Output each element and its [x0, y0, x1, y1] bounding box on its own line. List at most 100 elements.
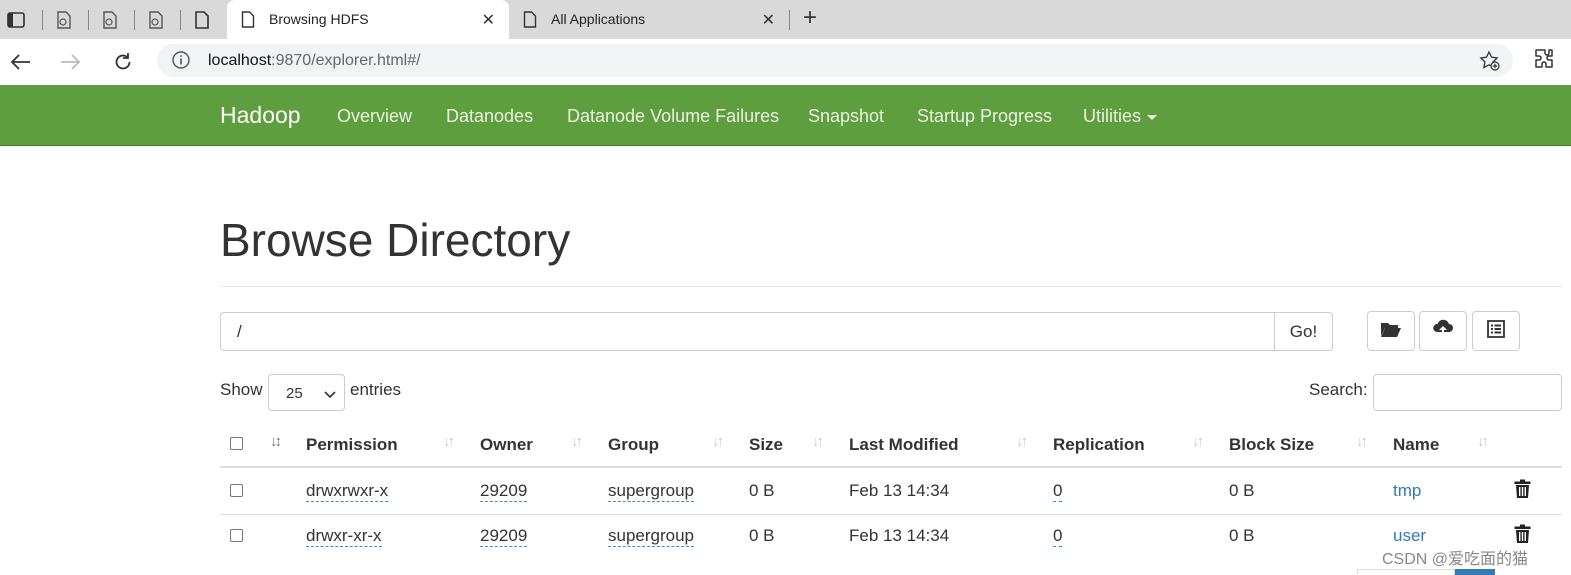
column-header-owner[interactable]: Owner [480, 435, 533, 455]
title-divider [220, 286, 1562, 287]
nav-overview[interactable]: Overview [337, 106, 412, 127]
cloud-upload-icon [1432, 319, 1454, 344]
page-icon[interactable] [189, 7, 215, 33]
watermark: CSDN @爱吃面的猫 [1382, 551, 1529, 568]
pagination-current[interactable] [1455, 569, 1495, 575]
add-favorite-icon[interactable] [1479, 50, 1501, 77]
cell-replication[interactable]: 0 [1053, 526, 1063, 547]
go-button[interactable]: Go! [1274, 312, 1333, 351]
nav-datanodes[interactable]: Datanodes [446, 106, 533, 127]
create-directory-button[interactable] [1367, 311, 1415, 351]
cell-permission[interactable]: drwxr-xr-x [306, 526, 382, 547]
cell-last-modified: Feb 13 14:34 [849, 526, 950, 545]
tab-separator [180, 10, 181, 30]
cell-block-size: 0 B [1229, 526, 1255, 545]
sort-icon[interactable]: ↓↑ [1016, 433, 1028, 450]
select-all-checkbox[interactable] [230, 437, 243, 450]
url-bar[interactable]: localhost:9870/explorer.html#/ [157, 44, 1513, 77]
new-tab-button[interactable]: + [797, 6, 823, 32]
upload-file-button[interactable] [1419, 311, 1467, 351]
sort-icon[interactable]: ↓↑ [1477, 433, 1489, 450]
nav-utilities[interactable]: Utilities [1083, 106, 1158, 127]
page-title: Browse Directory [220, 214, 571, 266]
collection-page-icon[interactable] [51, 7, 77, 33]
directory-path-input[interactable] [220, 312, 1275, 351]
tab-all-applications[interactable]: All Applications ✕ [509, 0, 789, 39]
nav-datanode-volume-failures[interactable]: Datanode Volume Failures [567, 106, 779, 127]
sort-icon[interactable]: ↓↑ [1356, 433, 1368, 450]
tab-separator [88, 10, 89, 30]
cell-last-modified: Feb 13 14:34 [849, 481, 950, 500]
cell-owner[interactable]: 29209 [480, 526, 528, 547]
sort-ascending-icon[interactable]: ↓↕ [270, 433, 282, 450]
address-bar-row: localhost:9870/explorer.html#/ [0, 39, 1571, 85]
cell-group[interactable]: supergroup [608, 481, 695, 502]
page-icon [241, 11, 255, 31]
column-header-permission[interactable]: Permission [306, 435, 398, 455]
column-header-group[interactable]: Group [608, 435, 659, 455]
search-input[interactable] [1373, 374, 1562, 411]
close-icon[interactable]: ✕ [482, 10, 495, 30]
tab-title: Browsing HDFS [269, 11, 369, 27]
nav-utilities-label: Utilities [1083, 106, 1142, 126]
folder-open-icon [1380, 320, 1402, 343]
close-icon[interactable]: ✕ [762, 10, 775, 30]
tab-separator [134, 10, 135, 30]
row-checkbox[interactable] [230, 529, 243, 542]
info-icon[interactable] [171, 50, 191, 75]
url-host: localhost [208, 52, 272, 69]
column-header-size[interactable]: Size [749, 435, 783, 455]
url-text[interactable]: localhost:9870/explorer.html#/ [208, 52, 421, 70]
column-header-last-modified[interactable]: Last Modified [849, 435, 959, 455]
column-header-replication[interactable]: Replication [1053, 435, 1145, 455]
cell-name-link[interactable]: user [1393, 526, 1426, 546]
cut-paste-button[interactable] [1472, 311, 1520, 351]
pagination-prev[interactable] [1357, 569, 1455, 575]
row-checkbox[interactable] [230, 484, 243, 497]
collection-page-icon[interactable] [143, 7, 169, 33]
tab-actions-icon[interactable] [3, 7, 29, 33]
cell-replication[interactable]: 0 [1053, 481, 1063, 502]
tab-title: All Applications [551, 11, 646, 27]
sort-icon[interactable]: ↓↑ [1192, 433, 1204, 450]
list-alt-icon [1487, 319, 1505, 343]
cell-block-size: 0 B [1229, 481, 1255, 500]
caret-down-icon [1147, 114, 1158, 120]
collection-page-icon[interactable] [97, 7, 123, 33]
hadoop-navbar: Hadoop Overview Datanodes Datanode Volum… [0, 85, 1571, 146]
back-arrow-icon[interactable] [6, 48, 34, 76]
page-icon [523, 11, 537, 31]
sort-icon[interactable]: ↓↑ [571, 433, 583, 450]
forward-arrow-icon[interactable] [57, 48, 85, 76]
browser-tab-strip: Browsing HDFS ✕ All Applications ✕ + [0, 0, 1571, 39]
chevron-down-icon [324, 386, 336, 404]
url-path: :9870/explorer.html#/ [271, 52, 421, 69]
entries-select-value: 25 [286, 385, 303, 402]
cell-size: 0 B [749, 481, 775, 500]
nav-startup-progress[interactable]: Startup Progress [917, 106, 1052, 127]
table-header-divider [220, 466, 1562, 468]
cell-permission[interactable]: drwxrwxr-x [306, 481, 389, 502]
sort-icon[interactable]: ↓↑ [443, 433, 455, 450]
entries-select[interactable]: 25 [268, 374, 345, 411]
cell-name-link[interactable]: tmp [1393, 481, 1421, 501]
trash-icon[interactable] [1514, 479, 1531, 504]
tab-browsing-hdfs[interactable]: Browsing HDFS ✕ [227, 0, 509, 39]
show-label: Show [220, 380, 263, 399]
tab-separator [789, 10, 790, 30]
sort-icon[interactable]: ↓↑ [812, 433, 824, 450]
extensions-icon[interactable] [1532, 47, 1556, 76]
column-header-block-size[interactable]: Block Size [1229, 435, 1314, 455]
column-header-name[interactable]: Name [1393, 435, 1439, 455]
sort-icon[interactable]: ↓↑ [712, 433, 724, 450]
tab-separator [42, 10, 43, 30]
navbar-brand[interactable]: Hadoop [220, 102, 301, 129]
cell-group[interactable]: supergroup [608, 526, 695, 547]
table-row-divider [220, 514, 1562, 515]
entries-label: entries [350, 380, 402, 399]
refresh-icon[interactable] [109, 48, 137, 76]
nav-snapshot[interactable]: Snapshot [808, 106, 884, 127]
search-label: Search: [1309, 380, 1368, 399]
cell-owner[interactable]: 29209 [480, 481, 528, 502]
cell-size: 0 B [749, 526, 775, 545]
